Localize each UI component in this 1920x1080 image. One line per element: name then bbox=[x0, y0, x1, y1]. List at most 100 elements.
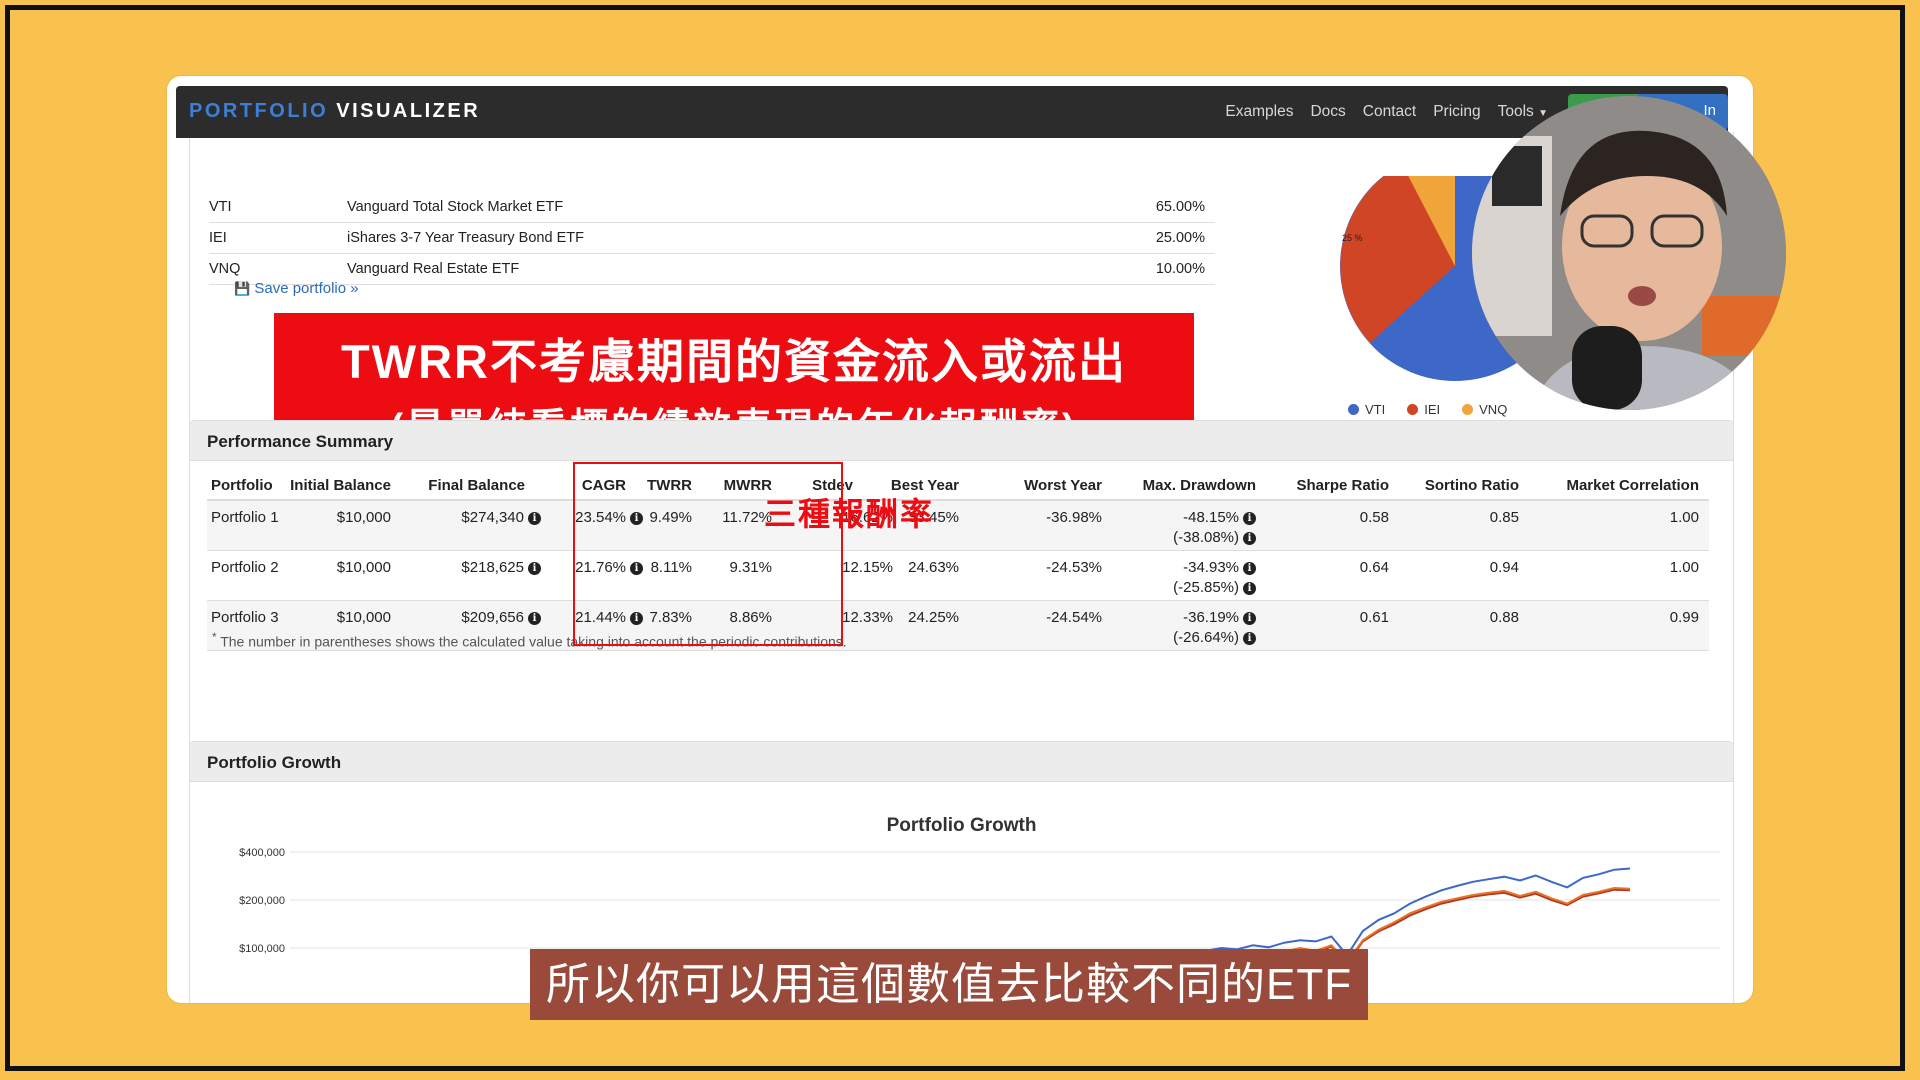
asset-name: Vanguard Real Estate ETF bbox=[347, 261, 520, 277]
mwrr: 8.86% bbox=[729, 609, 772, 626]
cagr-value: 21.76% bbox=[575, 559, 626, 576]
asset-table: VTI Vanguard Total Stock Market ETF 65.0… bbox=[209, 192, 1215, 285]
drawdown-value: -34.93% bbox=[1183, 559, 1239, 576]
pie-slice-label: 25 % bbox=[1342, 233, 1363, 243]
info-icon[interactable]: i bbox=[528, 512, 541, 525]
nav-link-examples[interactable]: Examples bbox=[1225, 103, 1293, 121]
worst-year: -36.98% bbox=[1046, 509, 1102, 526]
footnote-mark: * bbox=[212, 631, 217, 644]
best-year: 24.63% bbox=[908, 559, 959, 576]
legend-item[interactable]: VNQ bbox=[1462, 402, 1507, 417]
drawdown-contrib-value: (-25.85%) bbox=[1173, 579, 1239, 596]
legend-label: IEI bbox=[1424, 402, 1441, 417]
max-drawdown: -36.19% i (-26.64%) i bbox=[1173, 609, 1256, 646]
nav-link-contact[interactable]: Contact bbox=[1363, 103, 1416, 121]
drawdown-value: -36.19% bbox=[1183, 609, 1239, 626]
col-header: Sortino Ratio bbox=[1424, 477, 1519, 494]
footnote-text: The number in parentheses shows the calc… bbox=[220, 633, 847, 650]
info-icon[interactable]: i bbox=[1243, 582, 1256, 595]
info-icon[interactable]: i bbox=[630, 612, 643, 625]
worst-year: -24.53% bbox=[1046, 559, 1102, 576]
final-balance: $209,656 i bbox=[461, 609, 541, 626]
info-icon[interactable]: i bbox=[1243, 512, 1256, 525]
legend-dot bbox=[1462, 404, 1474, 415]
final-balance-value: $209,656 bbox=[461, 609, 524, 626]
asset-allocation: 65.00% bbox=[1155, 199, 1205, 215]
y-tick-label: $100,000 bbox=[239, 943, 285, 955]
legend-dot bbox=[1407, 404, 1419, 415]
portfolio-name: Portfolio 2 bbox=[211, 559, 279, 576]
drawdown-contrib-value: (-26.64%) bbox=[1173, 629, 1239, 646]
market-correlation: 1.00 bbox=[1669, 559, 1699, 576]
col-header: Initial Balance bbox=[290, 477, 391, 494]
best-year: 24.25% bbox=[908, 609, 959, 626]
nav-link-tools[interactable]: Tools ▼ bbox=[1498, 103, 1548, 121]
info-icon[interactable]: i bbox=[1243, 562, 1256, 575]
info-icon[interactable]: i bbox=[630, 512, 643, 525]
footnote: * The number in parentheses shows the ca… bbox=[212, 631, 847, 650]
info-icon[interactable]: i bbox=[528, 612, 541, 625]
legend-label: VNQ bbox=[1479, 402, 1508, 417]
twrr: 8.11% bbox=[650, 559, 692, 576]
info-icon[interactable]: i bbox=[630, 562, 643, 575]
portfolio-name: Portfolio 3 bbox=[211, 609, 279, 626]
sortino-ratio: 0.94 bbox=[1489, 559, 1519, 576]
stdev: 12.15% bbox=[842, 559, 893, 576]
drawdown-value: -48.15% bbox=[1183, 509, 1239, 526]
asset-allocation: 10.00% bbox=[1155, 261, 1205, 277]
market-correlation: 1.00 bbox=[1669, 509, 1699, 526]
asset-ticker: VTI bbox=[209, 199, 232, 215]
table-row: Portfolio 1 $10,000 $274,340 i 23.54% i 9.… bbox=[207, 501, 1709, 551]
sharpe-ratio: 0.64 bbox=[1359, 559, 1389, 576]
info-icon[interactable]: i bbox=[1243, 532, 1256, 545]
max-drawdown: -34.93% i (-25.85%) i bbox=[1173, 559, 1256, 596]
col-header: CAGR bbox=[581, 477, 626, 494]
info-icon[interactable]: i bbox=[1243, 612, 1256, 625]
save-portfolio-label: Save portfolio » bbox=[254, 280, 359, 297]
pie-legend: VTI IEI VNQ bbox=[1348, 402, 1507, 417]
y-tick-label: $200,000 bbox=[239, 895, 285, 907]
drawdown-contrib: (-26.64%) i bbox=[1173, 629, 1256, 646]
table-header-row: Portfolio Initial Balance Final Balance … bbox=[207, 471, 1709, 501]
initial-balance: $10,000 bbox=[336, 509, 391, 526]
legend-item[interactable]: VTI bbox=[1348, 402, 1385, 417]
initial-balance: $10,000 bbox=[336, 609, 391, 626]
final-balance-value: $218,625 bbox=[461, 559, 524, 576]
legend-item[interactable]: IEI bbox=[1407, 402, 1440, 417]
col-header: Max. Drawdown bbox=[1142, 477, 1256, 494]
brand-part-1: PORTFOLIO bbox=[189, 100, 329, 122]
col-header: Market Correlation bbox=[1566, 477, 1699, 494]
sortino-ratio: 0.85 bbox=[1489, 509, 1519, 526]
final-balance: $274,340 i bbox=[461, 509, 541, 526]
nav-link-docs[interactable]: Docs bbox=[1310, 103, 1345, 121]
cagr: 21.76% i bbox=[575, 559, 643, 576]
top-navbar: PORTFOLIO VISUALIZER Examples Docs Conta… bbox=[176, 86, 1728, 138]
banner-line-1: TWRR不考慮期間的資金流入或流出 bbox=[341, 335, 1127, 388]
twrr: 7.83% bbox=[649, 609, 692, 626]
save-portfolio-link[interactable]: 💾 Save portfolio » bbox=[234, 280, 359, 297]
series-line bbox=[1189, 867, 1631, 957]
table-row: IEI iShares 3-7 Year Treasury Bond ETF 2… bbox=[209, 223, 1215, 254]
legend-dot bbox=[1348, 404, 1359, 415]
drawdown-contrib: (-38.08%) i bbox=[1173, 529, 1256, 546]
portfolio-name: Portfolio 1 bbox=[211, 509, 279, 526]
market-correlation: 0.99 bbox=[1669, 609, 1699, 626]
initial-balance: $10,000 bbox=[336, 559, 391, 576]
brand-logo[interactable]: PORTFOLIO VISUALIZER bbox=[189, 100, 480, 123]
info-icon[interactable]: i bbox=[1243, 632, 1256, 645]
stdev: 12.33% bbox=[842, 609, 893, 626]
asset-ticker: IEI bbox=[209, 230, 227, 246]
max-drawdown: -48.15% i (-38.08%) i bbox=[1173, 509, 1256, 546]
video-subtitle: 所以你可以用這個數值去比較不同的ETF bbox=[530, 949, 1369, 1020]
asset-allocation: 25.00% bbox=[1155, 230, 1205, 246]
nav-link-pricing[interactable]: Pricing bbox=[1433, 103, 1480, 121]
info-icon[interactable]: i bbox=[528, 562, 541, 575]
tools-label: Tools bbox=[1497, 103, 1534, 120]
final-balance-value: $274,340 bbox=[461, 509, 524, 526]
asset-name: Vanguard Total Stock Market ETF bbox=[347, 199, 564, 215]
y-tick-label: $400,000 bbox=[239, 847, 285, 859]
table-row: VNQ Vanguard Real Estate ETF 10.00% bbox=[209, 254, 1215, 285]
sharpe-ratio: 0.58 bbox=[1359, 509, 1389, 526]
panel-heading: Performance Summary bbox=[190, 421, 1733, 461]
col-header: Worst Year bbox=[1024, 477, 1102, 494]
